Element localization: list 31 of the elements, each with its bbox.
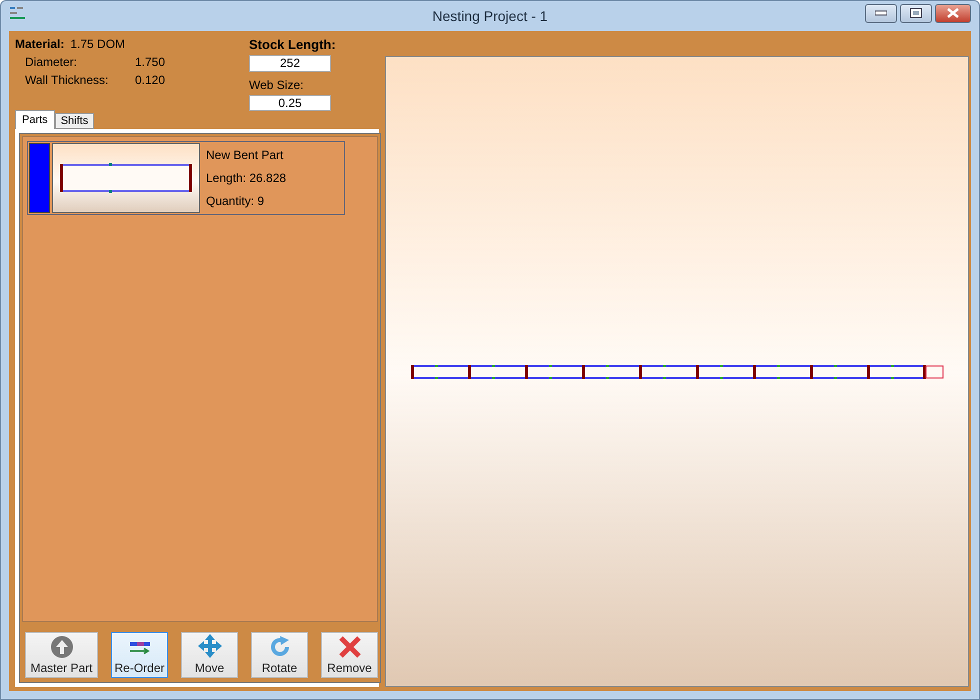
part-length: Length: 26.828	[206, 170, 286, 185]
maximize-button[interactable]	[900, 4, 932, 22]
rotate-button[interactable]: Rotate	[251, 632, 308, 678]
stock-length-field[interactable]: 252	[249, 55, 331, 72]
stock-length-label: Stock Length:	[249, 37, 336, 52]
part-name: New Bent Part	[206, 148, 284, 162]
move-arrows-icon	[196, 633, 222, 659]
master-part-button[interactable]: Master Part	[25, 632, 98, 678]
property-value: 1.750	[135, 55, 166, 69]
part-card[interactable]: New Bent Part Length: 26.828 Quantity: 9	[27, 141, 345, 215]
part-quantity: Quantity: 9	[206, 194, 266, 208]
property-label: Wall Thickness:	[25, 73, 110, 87]
web-size-label: Web Size:	[249, 78, 304, 92]
material-value: 1.75 DOM	[70, 37, 126, 51]
close-icon	[946, 8, 960, 18]
minimize-button[interactable]	[865, 4, 897, 22]
property-label: Diameter:	[25, 55, 78, 69]
reorder-button[interactable]: Re-Order	[111, 632, 168, 678]
web-size-field[interactable]: 0.25	[249, 94, 331, 111]
move-button[interactable]: Move	[181, 632, 238, 678]
tab[interactable]: Shifts	[54, 113, 94, 129]
material-label: Material:	[15, 37, 64, 51]
window-title: Nesting Project - 1	[432, 8, 548, 24]
property-value: 0.120	[135, 73, 166, 87]
remove-button[interactable]: Remove	[321, 632, 378, 678]
remove-x-icon	[338, 635, 362, 659]
app-icon	[9, 6, 27, 20]
maximize-icon	[910, 8, 922, 18]
close-button[interactable]	[935, 4, 971, 22]
tab[interactable]: Parts	[15, 110, 55, 129]
minimize-icon	[875, 10, 887, 16]
